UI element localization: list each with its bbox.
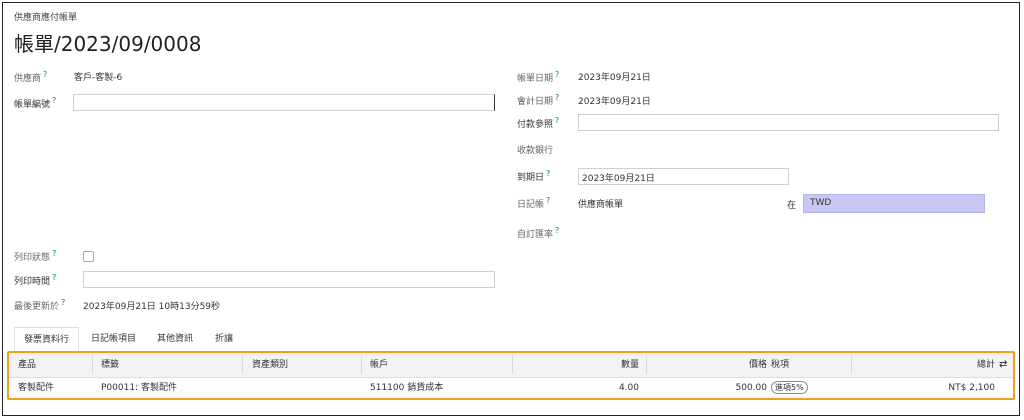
cell-quantity[interactable]: 4.00: [539, 377, 639, 399]
custom-rate-label-text: 自訂匯率: [517, 230, 554, 240]
print-status-label: 列印狀態?: [14, 249, 56, 263]
help-icon[interactable]: ?: [555, 70, 559, 79]
help-icon[interactable]: ?: [43, 70, 47, 79]
last-updated-value: 2023年09月21日 10時13分59秒: [83, 302, 221, 312]
journal-label: 日記帳?: [517, 196, 550, 210]
cell-product[interactable]: 客製配件: [18, 377, 54, 399]
cell-label[interactable]: P00011: 客製配件: [101, 377, 177, 399]
col-price[interactable]: 價格: [669, 353, 767, 377]
col-separator[interactable]: [512, 356, 513, 374]
col-asset-type[interactable]: 資產類別: [252, 353, 288, 377]
col-separator[interactable]: [361, 356, 362, 374]
help-icon[interactable]: ?: [555, 116, 559, 125]
due-date-input[interactable]: 2023年09月21日: [578, 168, 789, 185]
cell-taxes[interactable]: 進項5%: [771, 377, 808, 399]
bill-ref-label-text: 帳單編號: [14, 100, 51, 110]
page-title: 帳單/2023/09/0008: [14, 32, 202, 56]
col-total[interactable]: 總計: [889, 353, 995, 377]
last-updated-label: 最後更新於?: [14, 298, 65, 312]
col-separator[interactable]: [646, 356, 647, 374]
col-product[interactable]: 產品: [18, 353, 36, 377]
tax-badge[interactable]: 進項5%: [771, 381, 808, 394]
notebook-tabs: 發票資料行 日記帳項目 其他資訊 折讓: [14, 327, 1014, 352]
print-status-label-text: 列印狀態: [14, 253, 51, 263]
help-icon[interactable]: ?: [555, 93, 559, 102]
help-icon[interactable]: ?: [555, 226, 559, 235]
tab-discount[interactable]: 折讓: [206, 327, 242, 352]
recipient-bank-label: 收款銀行: [517, 146, 554, 156]
col-label[interactable]: 標籤: [101, 353, 119, 377]
col-quantity[interactable]: 數量: [539, 353, 639, 377]
tab-other-info[interactable]: 其他資訊: [148, 327, 202, 352]
column-settings-icon[interactable]: ⇄: [999, 353, 1007, 377]
last-updated-label-text: 最後更新於: [14, 302, 60, 312]
tab-journal-items[interactable]: 日記帳項目: [82, 327, 145, 352]
help-icon[interactable]: ?: [61, 298, 65, 307]
currency-in-label: 在: [787, 201, 797, 211]
bill-date-label: 帳單日期?: [517, 70, 559, 84]
tab-invoice-lines[interactable]: 發票資料行: [14, 327, 80, 352]
payment-ref-label: 付款參照?: [517, 116, 559, 130]
currency-select[interactable]: TWD: [803, 194, 985, 213]
vendor-label: 供應商?: [14, 70, 47, 84]
bill-ref-input[interactable]: [73, 94, 495, 111]
bill-ref-label: 帳單編號?: [14, 96, 56, 110]
help-icon[interactable]: ?: [546, 169, 550, 178]
custom-rate-label: 自訂匯率?: [517, 226, 559, 240]
col-account[interactable]: 帳戶: [370, 353, 388, 377]
cell-account[interactable]: 511100 銷貨成本: [370, 377, 443, 399]
print-time-input[interactable]: [83, 271, 495, 288]
print-status-checkbox[interactable]: [83, 251, 94, 262]
accounting-date-value[interactable]: 2023年09月21日: [578, 94, 651, 107]
col-separator[interactable]: [851, 356, 852, 374]
help-icon[interactable]: ?: [546, 196, 550, 205]
journal-label-text: 日記帳: [517, 200, 545, 210]
bill-date-value[interactable]: 2023年09月21日: [578, 70, 651, 83]
due-date-label: 到期日?: [517, 169, 550, 183]
print-time-label: 列印時間?: [14, 273, 56, 287]
vendor-label-text: 供應商: [14, 74, 42, 84]
payment-ref-label-text: 付款參照: [517, 120, 554, 130]
help-icon[interactable]: ?: [52, 273, 56, 282]
table-header: 產品 標籤 資產類別 帳戶 數量 價格 稅項 總計 ⇄: [9, 353, 1013, 378]
payment-ref-input[interactable]: [578, 114, 999, 131]
accounting-date-label-text: 會計日期: [517, 97, 554, 107]
help-icon[interactable]: ?: [52, 96, 56, 105]
cell-price[interactable]: 500.00: [669, 377, 768, 399]
col-taxes[interactable]: 稅項: [771, 353, 789, 377]
accounting-date-label: 會計日期?: [517, 93, 559, 107]
help-icon[interactable]: ?: [52, 249, 56, 258]
invoice-lines-table: 產品 標籤 資產類別 帳戶 數量 價格 稅項 總計 ⇄ 客製配件 P00011:…: [7, 351, 1015, 400]
col-separator[interactable]: [242, 356, 243, 374]
bill-date-label-text: 帳單日期: [517, 74, 554, 84]
breadcrumb[interactable]: 供應商應付帳單: [14, 10, 77, 23]
print-time-label-text: 列印時間: [14, 277, 51, 287]
due-date-label-text: 到期日: [517, 173, 545, 183]
journal-value[interactable]: 供應商帳單: [578, 197, 623, 210]
cell-total: NT$ 2,100: [948, 383, 995, 393]
vendor-value[interactable]: 客戶-客製-6: [74, 70, 122, 83]
col-separator[interactable]: [92, 356, 93, 374]
